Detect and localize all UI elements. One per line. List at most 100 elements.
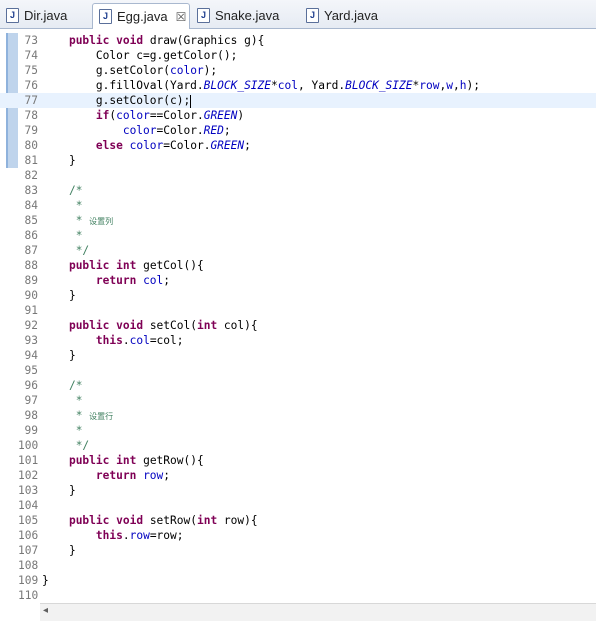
line-number: 93 [24,334,38,347]
code-text: } [42,348,76,363]
code-token: setRow( [143,514,197,527]
code-token: ; [163,469,171,482]
keyword: int [196,514,218,527]
code-token: ==Color. [149,109,204,122]
code-token: } [42,349,76,362]
code-token: } [42,154,76,167]
field-token: row [129,529,150,542]
static-field-token: BLOCK_SIZE [345,79,413,92]
line-number: 85 [24,214,38,227]
code-token: } [42,484,76,497]
line-number: 73 [24,34,38,47]
line-number: 98 [24,409,38,422]
line-number: 89 [24,274,38,287]
line-number: 83 [24,184,38,197]
tab-label: Dir.java [24,7,68,23]
code-text: public void setRow(int row){ [42,513,258,528]
keyword: else [95,139,123,152]
line-number: 92 [24,319,38,332]
comment-text: */ [75,244,90,257]
tab-snake-java[interactable]: J Snake.java [191,3,297,27]
code-text: public int getCol(){ [42,258,204,273]
keyword: public [68,454,110,467]
code-text: * 设置列 [42,213,113,229]
code-text: g.fillOval(Yard.BLOCK_SIZE*col, Yard.BLO… [42,78,480,93]
line-number: 77 [24,94,38,107]
line-number: 102 [18,469,39,482]
static-field-token: BLOCK_SIZE [203,79,272,92]
code-text: public void draw(Graphics g){ [42,33,264,48]
code-editor[interactable]: 73 public void draw(Graphics g){ 74 Color… [0,29,596,603]
keyword: void [116,319,144,332]
keyword: this [95,529,123,542]
line-number: 74 [24,49,38,62]
line-number: 109 [18,574,39,587]
tab-dir-java[interactable]: J Dir.java [0,3,90,27]
tab-label: Egg.java [117,9,168,24]
keyword: int [116,454,137,467]
code-text: return row; [42,468,170,483]
code-token: , [452,79,460,92]
line-number: 86 [24,229,38,242]
line-number: 110 [18,589,39,602]
field-token: row [143,469,164,482]
line-number: 79 [24,124,38,137]
code-text: } [42,483,76,498]
code-text: } [42,288,76,303]
comment-text: 设置行 [89,412,114,421]
line-number: 99 [24,424,38,437]
line-number: 100 [18,439,39,452]
line-number: 91 [24,304,38,317]
line-number: 105 [18,514,39,527]
keyword: public [68,34,110,47]
change-ruler [0,29,20,603]
code-token: ); [203,64,218,77]
code-token: g.setColor(c); [42,94,191,107]
code-token: getCol(){ [136,259,204,272]
tab-egg-java[interactable]: J Egg.java ☒ [92,3,190,29]
code-text: return col; [42,273,170,288]
comment-text: * [75,424,83,437]
tab-yard-java[interactable]: J Yard.java [300,3,400,27]
code-token: Color c=g.getColor(); [42,49,238,62]
code-text: } [42,153,76,168]
field-token: color [169,64,204,77]
close-icon[interactable]: ☒ [176,10,187,24]
code-token: ; [223,124,231,137]
code-token: * [271,79,278,92]
code-text: public int getRow(){ [42,453,204,468]
scroll-left-arrow-icon[interactable]: ◂ [43,605,48,616]
field-token: w [446,79,453,92]
line-number: 80 [24,139,38,152]
code-token: setCol( [143,319,197,332]
field-token: col [143,274,164,287]
code-text: g.setColor(color); [42,63,217,78]
code-token: ; [163,274,171,287]
field-token: row [419,79,440,92]
keyword: return [95,469,137,482]
comment-text: * [75,214,90,227]
code-token: ); [466,79,480,92]
horizontal-scrollbar[interactable]: ◂ [40,603,596,621]
comment-text: */ [75,439,90,452]
line-number: 104 [18,499,39,512]
code-token: col){ [217,319,258,332]
code-line[interactable]: 77 g.setColor(c); [0,93,596,108]
code-text: * [42,198,83,213]
code-text: else color=Color.GREEN; [42,138,251,153]
